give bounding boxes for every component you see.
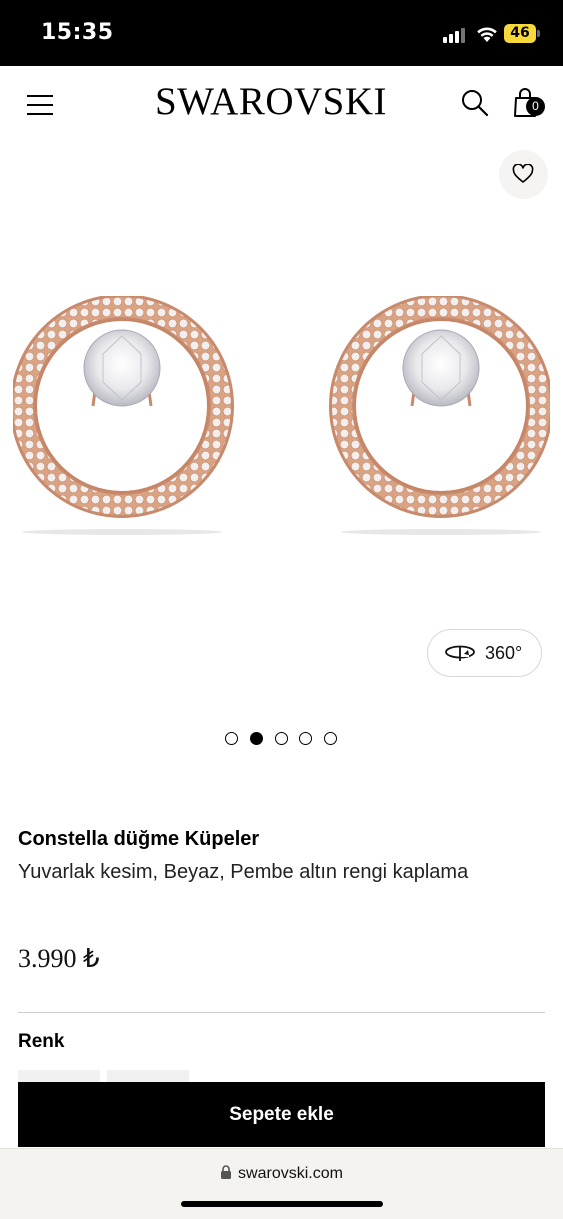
browser-address-bar[interactable]: swarovski.com — [0, 1148, 563, 1219]
carousel-dot-1[interactable] — [225, 732, 238, 745]
view-360-button[interactable]: 360° — [427, 629, 542, 677]
signal-icon — [443, 27, 469, 43]
brand-logo[interactable]: SWAROVSKI — [145, 80, 397, 124]
url-display[interactable]: swarovski.com — [0, 1165, 563, 1183]
lock-icon — [221, 1165, 232, 1179]
view-360-label: 360° — [485, 643, 523, 663]
url-text: swarovski.com — [238, 1165, 343, 1182]
product-price: 3.990 ₺ — [18, 944, 100, 973]
battery-icon: 46 — [504, 24, 536, 43]
wishlist-button[interactable] — [499, 150, 548, 199]
search-icon[interactable] — [460, 88, 490, 118]
hamburger-menu-icon[interactable] — [27, 95, 53, 115]
status-bar: 15:35 46 — [0, 0, 563, 66]
rotate-360-icon — [445, 645, 475, 661]
color-label: Renk — [18, 1031, 65, 1052]
carousel-pagination — [225, 732, 340, 748]
site-header: SWAROVSKI — [0, 66, 563, 142]
carousel-dot-3[interactable] — [275, 732, 288, 745]
divider — [18, 1012, 545, 1013]
battery-tip — [537, 30, 540, 37]
carousel-dot-4[interactable] — [299, 732, 312, 745]
add-to-cart-button[interactable]: Sepete ekle — [18, 1082, 545, 1147]
wifi-icon — [477, 27, 497, 42]
cart-count-badge: 0 — [526, 97, 545, 116]
carousel-dot-2[interactable] — [250, 732, 263, 745]
product-title: Constella düğme Küpeler — [18, 828, 260, 850]
heart-icon — [512, 164, 534, 183]
status-time: 15:35 — [41, 20, 114, 45]
earring-image-right — [329, 296, 550, 535]
carousel-dot-5[interactable] — [324, 732, 337, 745]
home-indicator[interactable] — [181, 1201, 383, 1207]
earring-image-left — [13, 296, 234, 535]
product-description: Yuvarlak kesim, Beyaz, Pembe altın rengi… — [18, 861, 469, 883]
